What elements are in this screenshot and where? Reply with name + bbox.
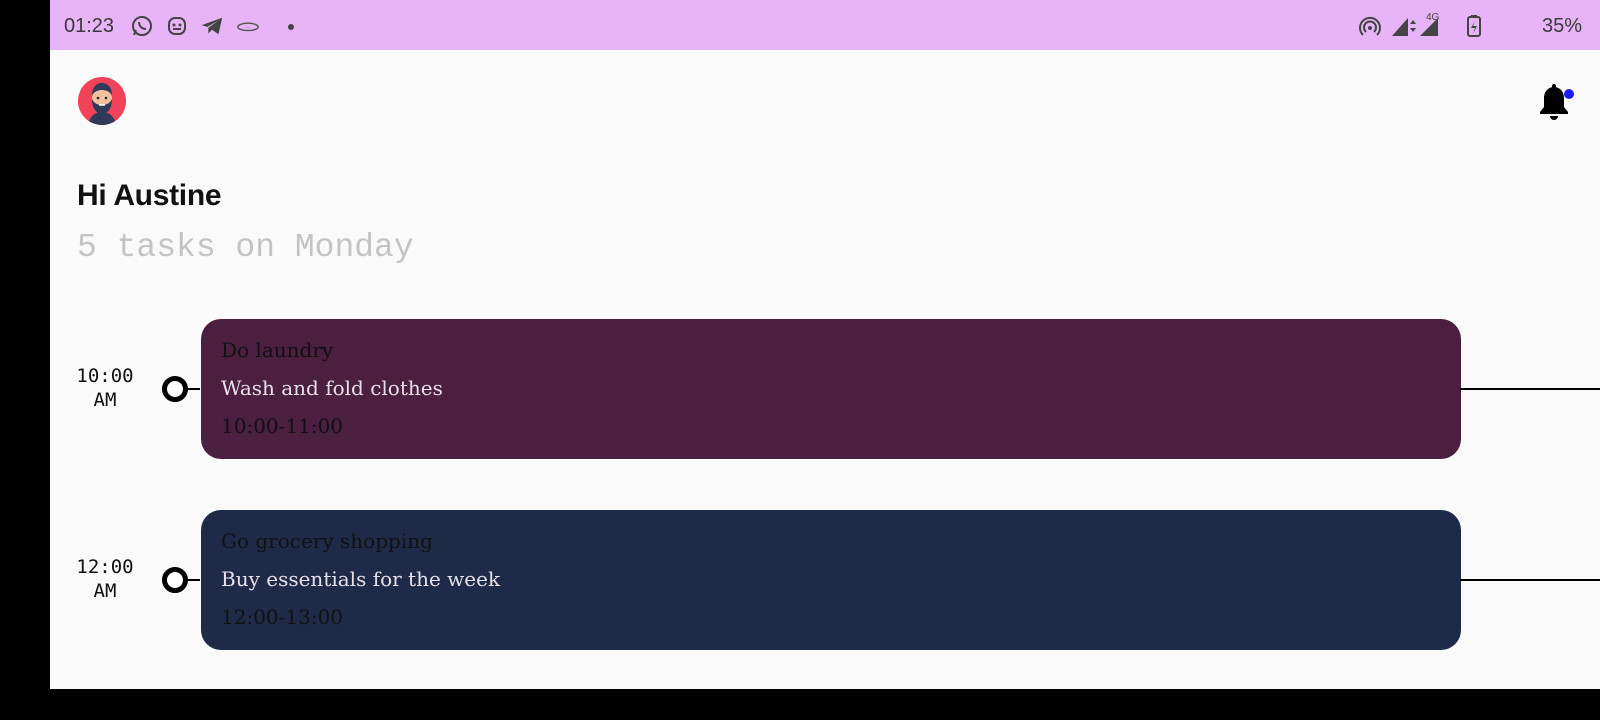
task-card[interactable]: Do laundry Wash and fold clothes 10:00-1… [201, 319, 1461, 459]
task-time-range: 12:00-13:00 [221, 605, 344, 629]
more-notifications-dot [288, 24, 294, 30]
task-time: 12:00 AM [72, 555, 138, 603]
timeline-tail [1460, 388, 1600, 390]
task-row: 10:00 AM Do laundry Wash and fold clothe… [50, 319, 1600, 459]
greeting: Hi Austine [77, 179, 222, 212]
network-type: 4G [1426, 12, 1440, 23]
notification-badge [1564, 89, 1574, 99]
task-row: 12:00 AM Go grocery shopping Buy essenti… [50, 510, 1600, 650]
whatsapp-icon [130, 14, 154, 38]
timeline-node [162, 376, 188, 402]
telegram-icon [200, 14, 224, 38]
status-bar: 01:23 .. 4G 35% [50, 0, 1600, 50]
timeline-tail [1460, 579, 1600, 581]
task-count-subtitle: 5 tasks on Monday [77, 229, 414, 266]
task-time-hour: 10:00 [76, 365, 134, 387]
battery-percent: 35% [1542, 15, 1583, 37]
task-time-period: AM [93, 389, 117, 411]
task-time-hour: 12:00 [76, 556, 134, 578]
task-time-period: AM [93, 580, 117, 602]
timeline-connector [188, 388, 200, 390]
timeline-connector [188, 579, 200, 581]
task-card[interactable]: Go grocery shopping Buy essentials for t… [201, 510, 1461, 650]
app-icon: .. [236, 14, 260, 38]
status-time: 01:23 [64, 15, 115, 37]
task-time-range: 10:00-11:00 [221, 414, 344, 438]
task-description: Buy essentials for the week [221, 567, 501, 591]
svg-text:..: .. [246, 22, 250, 30]
task-description: Wash and fold clothes [221, 376, 443, 400]
bot-icon [165, 14, 189, 38]
battery-icon [1462, 14, 1486, 38]
task-title: Do laundry [221, 338, 334, 362]
hotspot-icon [1358, 14, 1382, 38]
task-title: Go grocery shopping [221, 529, 433, 553]
avatar[interactable] [78, 77, 126, 125]
app-screen: 01:23 .. 4G 35% Hi Austine 5 tasks on Mo… [50, 0, 1600, 689]
timeline-node [162, 567, 188, 593]
task-time: 10:00 AM [72, 364, 138, 412]
